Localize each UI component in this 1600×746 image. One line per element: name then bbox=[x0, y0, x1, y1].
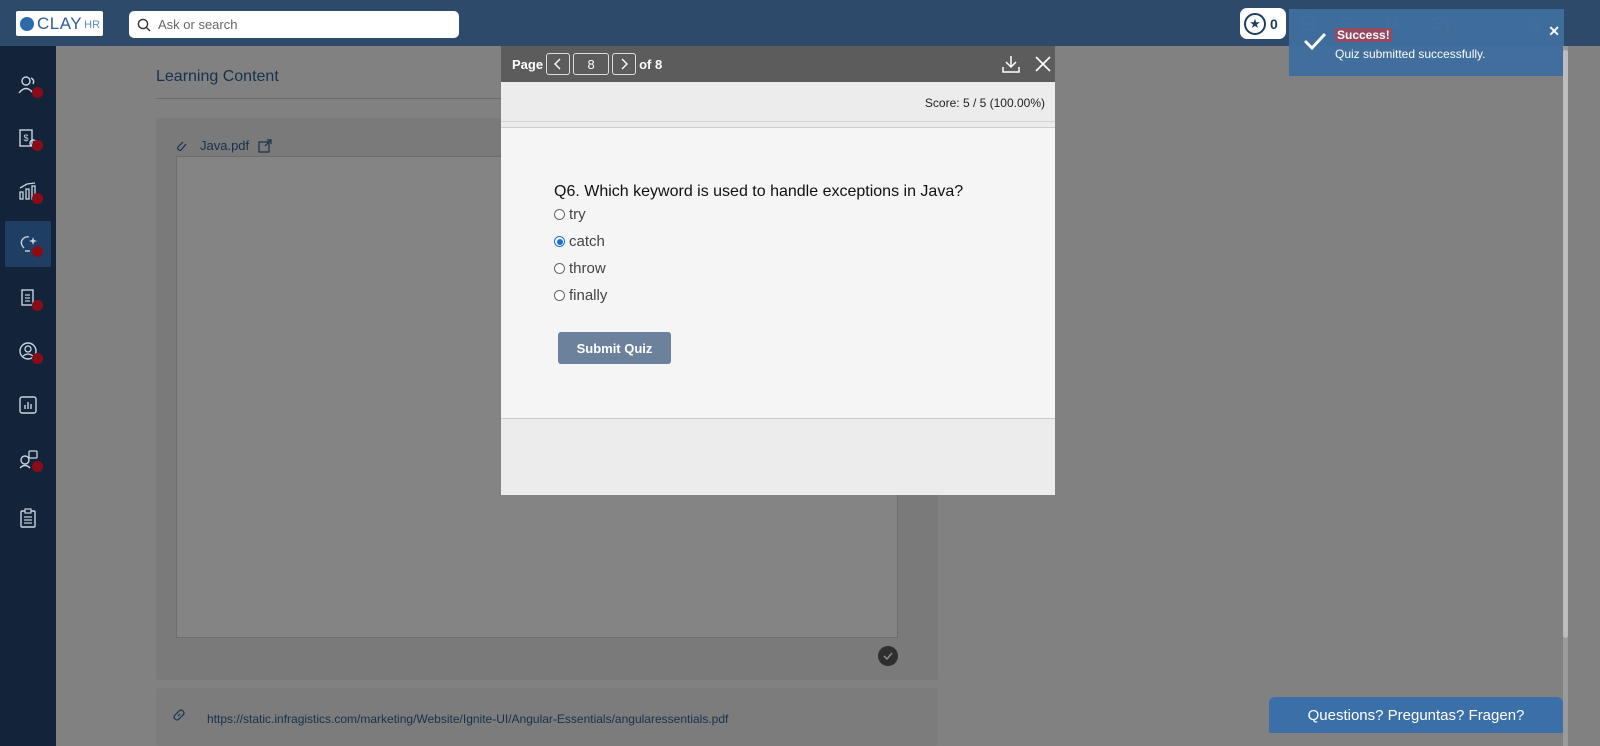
page-label: Page bbox=[512, 56, 544, 72]
score-bar: Score: 5 / 5 (100.00%) bbox=[501, 84, 1055, 122]
checkmark-icon bbox=[1303, 32, 1327, 51]
question-text: Q6. Which keyword is used to handle exce… bbox=[554, 183, 964, 200]
quiz-page: Q6. Which keyword is used to handle exce… bbox=[501, 127, 1055, 419]
scrollbar-thumb[interactable] bbox=[1563, 50, 1568, 638]
submit-quiz-button[interactable]: Submit Quiz bbox=[558, 332, 671, 364]
sidebar-item-support[interactable] bbox=[5, 436, 51, 482]
search-icon bbox=[137, 18, 151, 31]
option-finally[interactable]: finally bbox=[554, 287, 607, 304]
option-catch[interactable]: catch bbox=[554, 233, 605, 250]
logo-text: CLAY bbox=[37, 13, 83, 33]
notification-dot bbox=[32, 87, 43, 98]
option-try[interactable]: try bbox=[554, 206, 586, 223]
toast-message: Quiz submitted successfully. bbox=[1335, 47, 1486, 61]
search-box[interactable] bbox=[129, 11, 459, 38]
quiz-score: Score: 5 / 5 (100.00%) bbox=[924, 96, 1045, 110]
radio-button-selected[interactable] bbox=[554, 236, 565, 247]
option-label: finally bbox=[569, 287, 608, 304]
sidebar-item-learning[interactable] bbox=[5, 221, 51, 267]
radio-button[interactable] bbox=[554, 209, 565, 220]
sidebar-item-people[interactable] bbox=[5, 62, 51, 108]
notification-dot bbox=[32, 246, 43, 257]
viewer-footer bbox=[501, 419, 1055, 495]
radio-button[interactable] bbox=[554, 263, 565, 274]
help-chat-button[interactable]: Questions? Preguntas? Fragen? bbox=[1269, 697, 1563, 733]
clayhr-logo[interactable]: CLAY HR bbox=[16, 11, 103, 36]
success-toast: Success! Quiz submitted successfully. ✕ bbox=[1289, 9, 1564, 76]
option-throw[interactable]: throw bbox=[554, 260, 606, 277]
points-button[interactable]: ★ 0 bbox=[1240, 8, 1286, 39]
svg-text:$: $ bbox=[23, 133, 28, 143]
notification-dot bbox=[32, 461, 43, 472]
sidebar: $ bbox=[0, 46, 56, 746]
page-number-input[interactable] bbox=[573, 53, 610, 75]
next-page-button[interactable] bbox=[612, 53, 637, 75]
sidebar-item-payroll[interactable]: $ bbox=[5, 115, 51, 161]
star-icon: ★ bbox=[1244, 12, 1266, 35]
sidebar-item-profile[interactable] bbox=[5, 328, 51, 374]
chevron-right-icon bbox=[621, 58, 629, 70]
toast-title: Success! bbox=[1335, 28, 1392, 42]
notification-dot bbox=[32, 353, 43, 364]
sidebar-item-checklist[interactable] bbox=[5, 495, 51, 541]
page-total: of 8 bbox=[639, 56, 663, 72]
sidebar-item-documents[interactable] bbox=[5, 275, 51, 321]
option-label: try bbox=[569, 206, 586, 223]
notification-dot bbox=[32, 300, 43, 311]
logo-suffix: HR bbox=[84, 19, 101, 31]
notification-dot bbox=[32, 140, 43, 151]
close-icon[interactable] bbox=[1034, 55, 1052, 73]
logo-mark-icon bbox=[20, 16, 34, 31]
sidebar-item-reports[interactable] bbox=[5, 382, 51, 428]
quiz-viewer-modal: Page of 8 Score: 5 / 5 (100.00%) Q6. Whi… bbox=[501, 46, 1055, 495]
points-count: 0 bbox=[1270, 15, 1278, 32]
chevron-left-icon bbox=[554, 58, 561, 70]
sidebar-item-analytics[interactable] bbox=[5, 168, 51, 214]
checklist-icon bbox=[20, 508, 36, 528]
option-label: throw bbox=[569, 260, 606, 277]
viewer-toolbar: Page of 8 bbox=[501, 46, 1055, 82]
option-label: catch bbox=[569, 233, 605, 250]
previous-page-button[interactable] bbox=[546, 53, 571, 75]
search-input[interactable] bbox=[158, 17, 438, 32]
reports-icon bbox=[19, 396, 37, 414]
notification-dot bbox=[32, 193, 43, 204]
toast-close-icon[interactable]: ✕ bbox=[1548, 23, 1560, 40]
download-icon[interactable] bbox=[1001, 54, 1021, 74]
radio-button[interactable] bbox=[554, 290, 565, 301]
